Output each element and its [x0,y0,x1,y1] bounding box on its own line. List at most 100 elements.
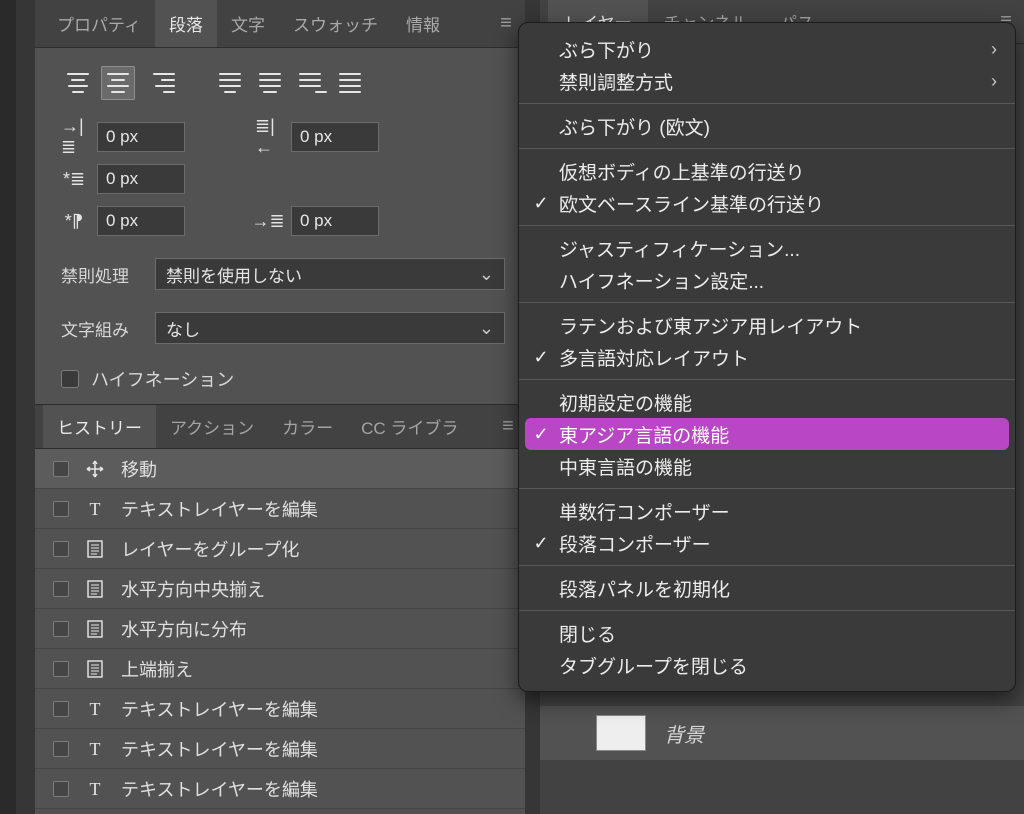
menu-item[interactable]: 閉じる [519,617,1015,649]
first-line-indent-icon: *≣ [61,168,87,190]
menu-item[interactable]: ハイフネーション設定... [519,264,1015,296]
indent-left-icon: →|≣ [61,126,87,148]
history-checkbox[interactable] [53,781,69,797]
tab-swatch[interactable]: スウォッチ [279,0,392,47]
hyphenation-label: ハイフネーション [91,366,234,392]
space-before-icon: *⁋ [61,210,87,232]
menu-item[interactable]: ✓多言語対応レイアウト [519,341,1015,373]
tab-paragraph[interactable]: 段落 [155,0,217,47]
chevron-down-icon [479,264,494,285]
check-icon: ✓ [529,347,553,368]
tab-color[interactable]: カラー [268,405,347,448]
submenu-chevron-icon: › [991,39,997,60]
kinsoku-value: 禁則を使用しない [166,262,302,287]
check-icon: ✓ [529,533,553,554]
menu-item-label: ジャスティフィケーション... [559,235,997,262]
background-layer-row[interactable]: 背景 [540,706,1024,760]
menu-item[interactable]: ぶら下がり › [519,33,1015,65]
layer-thumbnail [596,715,646,751]
menu-separator [519,565,1015,566]
history-checkbox[interactable] [53,581,69,597]
indent-left-input[interactable] [97,122,185,152]
menu-item-label: 中東言語の機能 [559,453,997,480]
check-icon: ✓ [529,424,553,445]
space-before-input[interactable] [97,206,185,236]
history-row[interactable]: レイヤーをグループ化 [35,529,525,569]
chevron-down-icon [479,318,494,339]
history-step-icon: T [83,697,107,721]
tab-properties[interactable]: プロパティ [43,0,155,47]
mojikumi-select[interactable]: なし [155,312,505,344]
history-row[interactable]: 文字スタイルを設定 [35,809,525,814]
justify-center-icon[interactable] [253,66,287,100]
history-row[interactable]: 水平方向中央揃え [35,569,525,609]
history-checkbox[interactable] [53,501,69,517]
menu-separator [519,302,1015,303]
tab-actions[interactable]: アクション [156,405,268,448]
history-checkbox[interactable] [53,541,69,557]
justify-all-icon[interactable] [333,66,367,100]
menu-item[interactable]: ✓欧文ベースライン基準の行送り [519,187,1015,219]
menu-item-label: 段落パネルを初期化 [559,575,997,602]
history-step-label: 水平方向に分布 [121,616,517,642]
menu-item-label: ぶら下がり [559,36,985,63]
menu-item[interactable]: ジャスティフィケーション... [519,232,1015,264]
svg-text:T: T [90,499,101,519]
history-checkbox[interactable] [53,661,69,677]
menu-item[interactable]: 中東言語の機能 [519,450,1015,482]
tab-history[interactable]: ヒストリー [43,405,156,448]
menu-item[interactable]: ラテンおよび東アジア用レイアウト [519,309,1015,341]
history-checkbox[interactable] [53,701,69,717]
menu-item-label: 初期設定の機能 [559,389,997,416]
tab-character[interactable]: 文字 [217,0,279,47]
menu-item[interactable]: ✓段落コンポーザー [519,527,1015,559]
tab-info[interactable]: 情報 [392,0,454,47]
history-step-icon: T [83,777,107,801]
first-line-indent-input[interactable] [97,164,185,194]
align-right-icon[interactable] [141,66,175,100]
menu-item[interactable]: 禁則調整方式› [519,65,1015,97]
menu-item-label: 東アジア言語の機能 [559,421,997,448]
svg-text:T: T [90,739,101,759]
menu-item[interactable]: 段落パネルを初期化 [519,572,1015,604]
window-edge [0,0,16,814]
justify-right-icon[interactable] [293,66,327,100]
history-row[interactable]: Tテキストレイヤーを編集 [35,769,525,809]
menu-item-label: 閉じる [559,620,997,647]
menu-item[interactable]: 初期設定の機能 [519,386,1015,418]
menu-item[interactable]: 仮想ボディの上基準の行送り [519,155,1015,187]
history-step-icon: T [83,737,107,761]
menu-item[interactable]: 単数行コンポーザー [519,495,1015,527]
indent-right-icon: ≣|← [255,126,281,148]
history-step-label: レイヤーをグループ化 [121,536,517,562]
history-row[interactable]: 水平方向に分布 [35,609,525,649]
menu-separator [519,488,1015,489]
alignment-row [61,66,505,100]
hyphenation-checkbox[interactable] [61,370,79,388]
space-after-icon: →≣ [255,210,281,232]
paragraph-panel-menu[interactable]: ぶら下がり › 禁則調整方式› ぶら下がり (欧文) 仮想ボディの上基準の行送り✓欧文ベ… [518,22,1016,692]
history-checkbox[interactable] [53,741,69,757]
align-center-icon[interactable] [101,66,135,100]
history-row[interactable]: 移動 [35,449,525,489]
history-step-label: テキストレイヤーを編集 [121,696,517,722]
justify-left-icon[interactable] [213,66,247,100]
history-row[interactable]: 上端揃え [35,649,525,689]
space-after-input[interactable] [291,206,379,236]
menu-item[interactable]: ✓ 東アジア言語の機能 [525,418,1009,450]
kinsoku-select[interactable]: 禁則を使用しない [155,258,505,290]
indent-right-input[interactable] [291,122,379,152]
tab-cc-libs[interactable]: CC ライブラ [347,405,472,448]
menu-separator [519,103,1015,104]
history-row[interactable]: Tテキストレイヤーを編集 [35,489,525,529]
history-checkbox[interactable] [53,461,69,477]
align-left-icon[interactable] [61,66,95,100]
menu-item[interactable]: タブグループを閉じる [519,649,1015,681]
history-row[interactable]: Tテキストレイヤーを編集 [35,729,525,769]
menu-item[interactable]: ぶら下がり (欧文) [519,110,1015,142]
paragraph-panel-tabs: プロパティ 段落 文字 スウォッチ 情報 ≡ [35,0,525,48]
history-checkbox[interactable] [53,621,69,637]
menu-item-label: ぶら下がり (欧文) [559,113,997,140]
svg-text:T: T [90,699,101,719]
history-row[interactable]: T テキストレイヤーを編集 [35,689,525,729]
